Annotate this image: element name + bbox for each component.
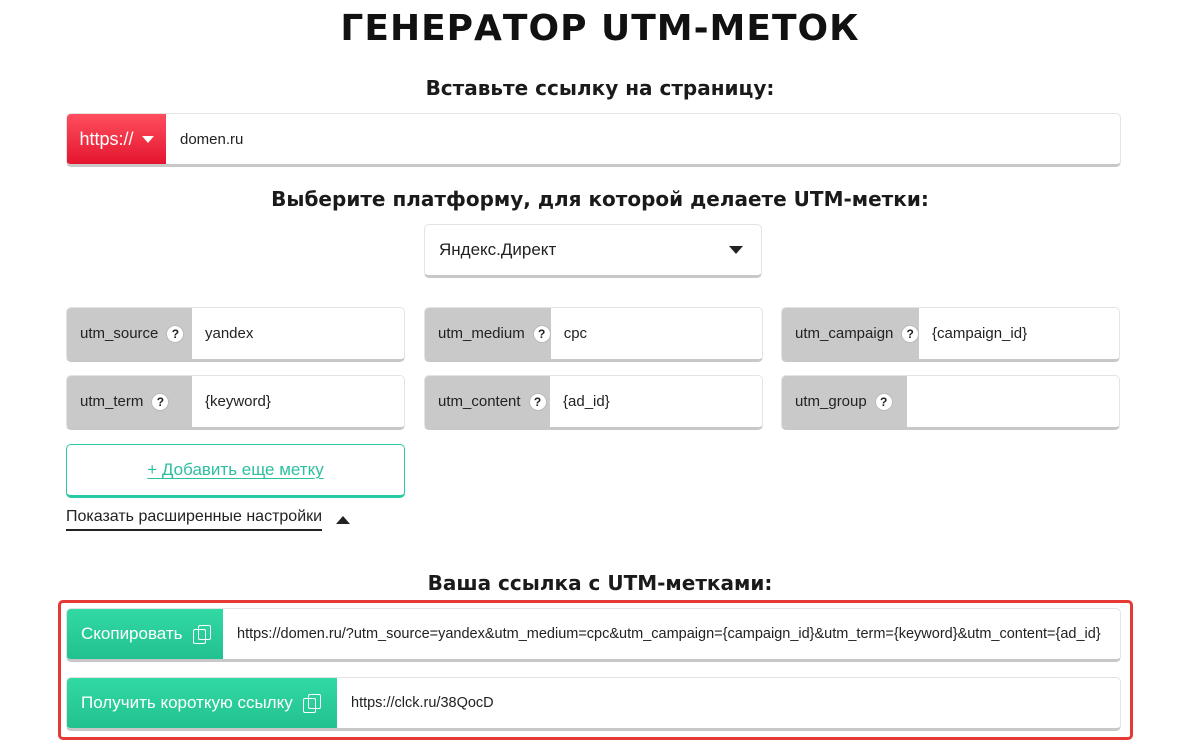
advanced-settings-toggle[interactable]: Показать расширенные настройки	[66, 508, 351, 531]
advanced-settings-label: Показать расширенные настройки	[66, 508, 323, 531]
add-tag-button[interactable]: + Добавить еще метку	[66, 444, 405, 498]
utm-campaign-input[interactable]	[919, 308, 1119, 359]
help-icon[interactable]: ?	[532, 324, 551, 343]
utm-label: utm_content ?	[425, 376, 550, 427]
platform-heading: Выберите платформу, для которой делаете …	[271, 187, 929, 211]
short-link-button-label: Получить короткую ссылку	[81, 693, 293, 712]
url-heading: Вставьте ссылку на страницу:	[425, 76, 775, 100]
url-input[interactable]	[166, 114, 1120, 164]
utm-label-text: utm_source	[80, 325, 159, 342]
utm-label: utm_medium ?	[425, 308, 551, 359]
help-icon[interactable]: ?	[874, 392, 893, 411]
result-heading: Ваша ссылка с UTM-метками:	[427, 571, 773, 595]
page-title: ГЕНЕРАТОР UTM-МЕТОК	[340, 8, 860, 49]
copy-button-label: Скопировать	[81, 624, 183, 643]
utm-medium-field: utm_medium ?	[424, 307, 763, 362]
short-url-row: Получить короткую ссылку https://clck.ru…	[66, 677, 1121, 731]
copy-icon	[302, 694, 321, 713]
url-input-row: https://	[66, 113, 1121, 167]
copy-button[interactable]: Скопировать	[67, 609, 223, 659]
utm-content-field: utm_content ?	[424, 375, 763, 430]
utm-label-text: utm_term	[80, 393, 144, 410]
help-icon[interactable]: ?	[166, 324, 185, 343]
utm-label-text: utm_group	[795, 393, 867, 410]
help-icon[interactable]: ?	[151, 392, 170, 411]
protocol-dropdown[interactable]: https://	[67, 114, 166, 164]
chevron-down-icon	[729, 246, 743, 254]
chevron-up-icon	[336, 515, 351, 524]
full-url-output[interactable]: https://domen.ru/?utm_source=yandex&utm_…	[223, 609, 1120, 659]
short-url-output[interactable]: https://clck.ru/38QocD	[337, 678, 1120, 728]
utm-label-text: utm_campaign	[795, 325, 894, 342]
help-icon[interactable]: ?	[901, 324, 919, 343]
add-tag-label: + Добавить еще метку	[147, 460, 324, 479]
utm-medium-input[interactable]	[550, 308, 762, 359]
platform-select[interactable]: Яндекс.Директ	[424, 224, 762, 278]
chevron-down-icon	[141, 135, 154, 143]
platform-selected-value: Яндекс.Директ	[439, 240, 557, 259]
utm-source-input[interactable]	[192, 308, 404, 359]
utm-term-input[interactable]	[192, 376, 404, 427]
utm-group-field: utm_group ?	[781, 375, 1120, 430]
utm-label: utm_campaign ?	[782, 308, 919, 359]
protocol-label: https://	[79, 128, 134, 149]
copy-icon	[192, 625, 211, 644]
utm-source-field: utm_source ?	[66, 307, 405, 362]
utm-label-text: utm_content	[438, 393, 521, 410]
get-short-link-button[interactable]: Получить короткую ссылку	[67, 678, 337, 728]
utm-campaign-field: utm_campaign ?	[781, 307, 1120, 362]
utm-label: utm_source ?	[67, 308, 192, 359]
utm-term-field: utm_term ?	[66, 375, 405, 430]
full-url-row: Скопировать https://domen.ru/?utm_source…	[66, 608, 1121, 662]
utm-label-text: utm_medium	[438, 325, 525, 342]
utm-label: utm_group ?	[782, 376, 907, 427]
utm-group-input[interactable]	[907, 376, 1119, 427]
utm-content-input[interactable]	[550, 376, 762, 427]
help-icon[interactable]: ?	[528, 392, 547, 411]
utm-label: utm_term ?	[67, 376, 192, 427]
